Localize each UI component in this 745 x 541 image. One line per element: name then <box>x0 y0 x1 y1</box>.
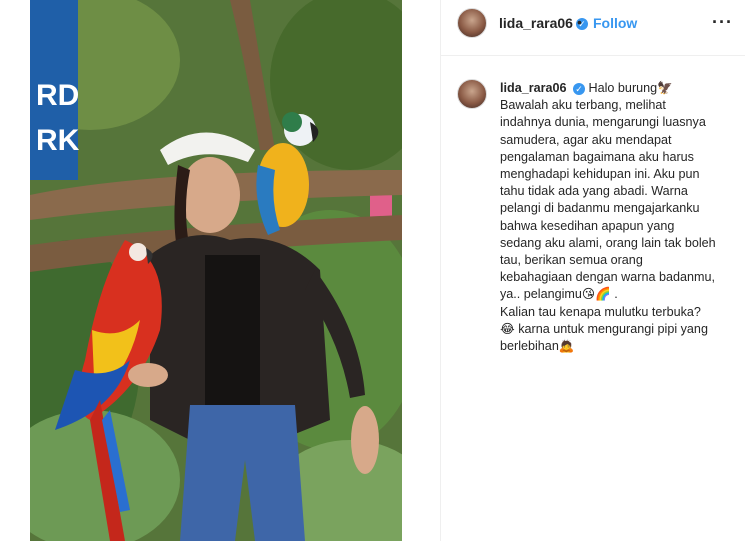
caption-line: pelangi di badanmu mengajarkanku <box>500 201 700 216</box>
caption-verified-badge-icon: ✓ <box>573 82 586 95</box>
caption-line: tahu tidak ada yang abadi. Warna <box>500 184 688 199</box>
caption-line: menghadapi kehidupan ini. Aku pun <box>500 167 700 182</box>
caption-line: Kalian tau kenapa mulutku terbuka? <box>500 304 701 319</box>
post-caption: lida_rara06 ✓ Halo burung🦅 Bawalah aku t… <box>500 80 735 355</box>
caption-username[interactable]: lida_rara06 <box>500 81 567 95</box>
caption-line-first: lida_rara06 ✓ Halo burung🦅 <box>500 80 735 97</box>
caption-line: ya.. pelangimu😘🌈 . <box>500 287 618 302</box>
caption-line: Halo burung🦅 <box>588 81 673 95</box>
avatar[interactable] <box>457 8 487 38</box>
header-username[interactable]: lida_rara06 ✓ <box>499 15 588 31</box>
caption-line: samudera, agar aku mendapat <box>500 132 672 147</box>
svg-text:RD: RD <box>36 79 79 112</box>
post-header: lida_rara06 ✓ • Follow ··· <box>441 0 745 56</box>
caption-area: lida_rara06 ✓ Halo burung🦅 Bawalah aku t… <box>441 57 745 541</box>
caption-line: berlebihan🙇 <box>500 339 575 354</box>
caption-line: kebahagiaan dengan warna badanmu, <box>500 270 715 285</box>
photo-illustration: RD RK <box>30 0 402 541</box>
caption-line: Bawalah aku terbang, melihat <box>500 98 666 113</box>
post-photo[interactable]: RD RK <box>30 0 402 541</box>
follow-button[interactable]: Follow <box>593 15 637 31</box>
caption-line: pengalaman bagaimana aku harus <box>500 149 694 164</box>
caption-avatar[interactable] <box>457 79 487 109</box>
header-username-text[interactable]: lida_rara06 <box>499 15 573 31</box>
separator-dot: • <box>577 14 582 30</box>
caption-line: sedang aku alami, orang lain tak boleh <box>500 235 716 250</box>
svg-text:RK: RK <box>36 124 80 157</box>
caption-line: indahnya dunia, mengarungi luasnya <box>500 115 706 130</box>
caption-line: bahwa kesedihan apapun yang <box>500 218 675 233</box>
caption-line: 😂 karna untuk mengurangi pipi yang <box>500 321 708 336</box>
more-options-icon[interactable]: ··· <box>712 12 733 33</box>
caption-line: tau, berikan semua orang <box>500 253 643 268</box>
post-media-panel: RD RK <box>0 0 440 541</box>
